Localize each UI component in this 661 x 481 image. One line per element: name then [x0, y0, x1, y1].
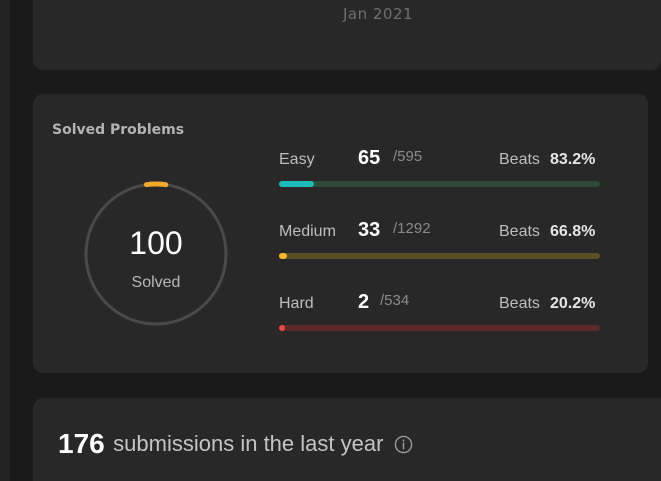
- solved-problems-card: Solved Problems 100 Solved Easy 65 /595 …: [33, 94, 648, 373]
- difficulty-label: Easy: [279, 151, 315, 168]
- solved-problems-title: Solved Problems: [52, 122, 185, 138]
- solved-total-label: Solved: [131, 274, 181, 291]
- badge-date: Jan 2021: [343, 5, 414, 23]
- difficulty-solved-count: 2: [358, 291, 370, 313]
- beats-percentage: 83.2%: [550, 151, 596, 168]
- beats-percentage: 66.8%: [550, 223, 596, 240]
- difficulty-progress-bar: [279, 181, 600, 187]
- difficulty-progress-bar: [279, 253, 600, 259]
- difficulty-label: Medium: [279, 223, 336, 240]
- difficulty-solved-count: 65: [358, 147, 381, 169]
- solved-total-count: 100: [129, 225, 183, 261]
- difficulty-solved-count: 33: [358, 219, 381, 241]
- difficulty-row-easy: Easy 65 /595 Beats 83.2%: [279, 147, 600, 201]
- submissions-count: 176: [58, 428, 105, 459]
- beats-label: Beats: [499, 151, 540, 168]
- difficulty-progress-fill: [279, 181, 314, 187]
- difficulty-total-count: /595: [393, 148, 423, 165]
- difficulty-progress-fill: [279, 253, 288, 259]
- beats-label: Beats: [499, 223, 540, 240]
- submissions-label: submissions in the last year: [113, 431, 384, 456]
- profile-page: Jan 2021 Solved Problems 100 Solved Easy…: [0, 0, 661, 481]
- submissions-summary: 176 submissions in the last year: [58, 428, 413, 460]
- left-rail: [0, 0, 10, 481]
- submissions-card: 176 submissions in the last year: [33, 398, 661, 481]
- difficulty-progress-bar: [279, 325, 600, 331]
- beats-percentage: 20.2%: [550, 295, 596, 312]
- difficulty-total-count: /534: [380, 292, 410, 309]
- difficulty-label: Hard: [279, 295, 314, 312]
- difficulty-progress-fill: [279, 325, 285, 331]
- beats-label: Beats: [499, 295, 540, 312]
- difficulty-row-hard: Hard 2 /534 Beats 20.2%: [279, 291, 600, 345]
- badge-card: Jan 2021: [33, 0, 661, 70]
- info-circle-icon[interactable]: [394, 435, 413, 454]
- difficulty-row-medium: Medium 33 /1292 Beats 66.8%: [279, 219, 600, 273]
- difficulty-total-count: /1292: [393, 220, 431, 237]
